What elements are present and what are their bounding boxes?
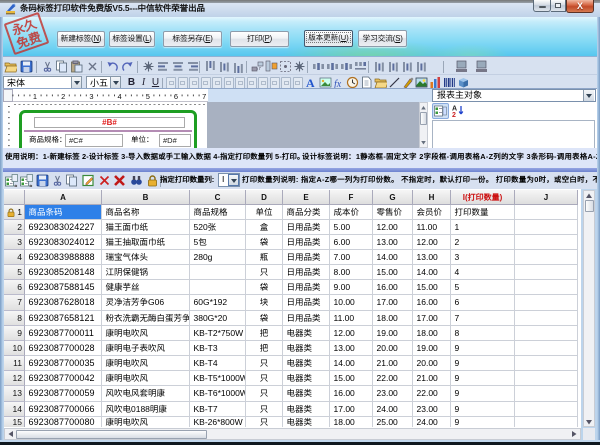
svg-text:6: 6	[174, 92, 178, 101]
svg-text:2: 2	[61, 92, 65, 101]
svg-text:2: 2	[452, 112, 456, 117]
svg-text:3: 3	[89, 92, 93, 101]
svg-text:7: 7	[202, 92, 206, 101]
svg-text:4: 4	[118, 92, 122, 101]
svg-text:5: 5	[146, 92, 150, 101]
svg-text:1: 1	[33, 92, 37, 101]
